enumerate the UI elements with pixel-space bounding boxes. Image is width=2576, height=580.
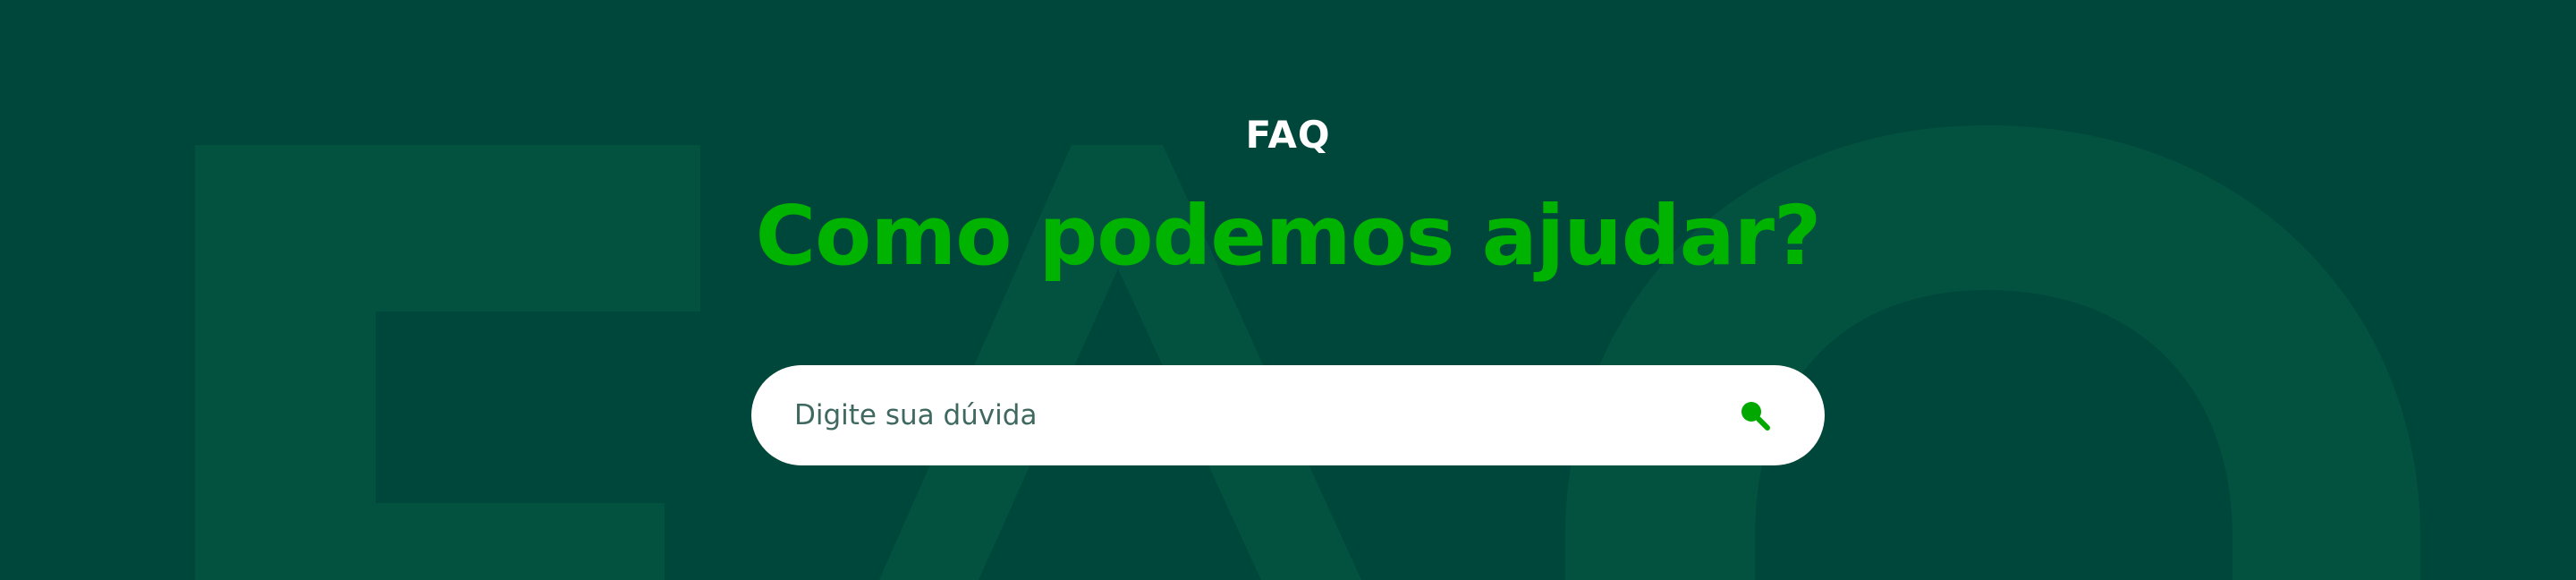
search-button[interactable] (1728, 388, 1782, 442)
section-eyebrow: FAQ (1245, 113, 1331, 157)
search-icon (1741, 402, 1770, 431)
hero-content: FAQ Como podemos ajudar? (0, 0, 2576, 580)
page-title: Como podemos ajudar? (755, 188, 1822, 284)
search-bar (751, 365, 1825, 465)
search-input[interactable] (794, 388, 1710, 442)
faq-hero: FAQ Como podemos ajudar? (0, 0, 2576, 580)
